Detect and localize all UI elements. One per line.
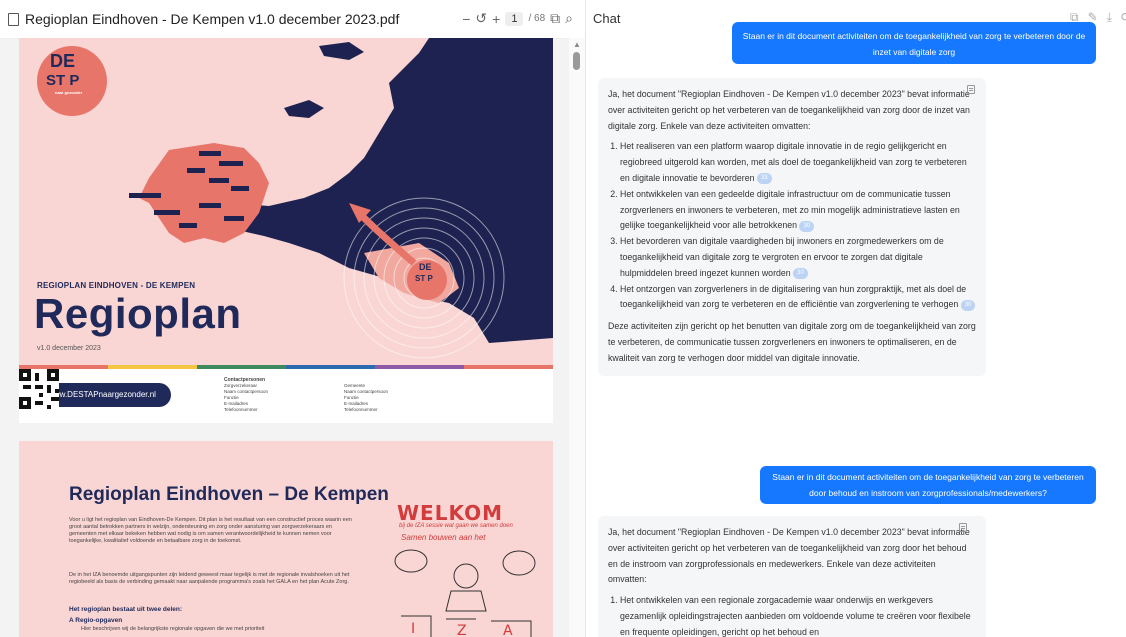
contact-col-1: Zorgverzekeraar Naam contactpersoon Func… <box>224 383 269 412</box>
map-logo-de: DE <box>419 262 432 272</box>
download-icon[interactable]: ⤓ <box>1107 10 1112 25</box>
search-icon[interactable]: ⌕ <box>565 10 573 27</box>
page2-item-a: A Regio-opgaven <box>69 617 123 624</box>
logo-text-de: DE <box>50 51 76 71</box>
svg-text:I: I <box>411 621 415 637</box>
svg-text:A: A <box>503 623 513 637</box>
map-logo-stap: ST P <box>415 274 433 283</box>
page2-paragraph-2: De in het IZA benoemde uitgangspunten zi… <box>69 572 350 585</box>
contact-block-1: Contactpersonen Zorgverzekeraar Naam con… <box>224 377 268 413</box>
refresh-icon[interactable]: ⟳ <box>1121 10 1126 25</box>
assistant-activity-list: Het realiseren van een platform waarop d… <box>608 139 976 313</box>
copy-icon[interactable] <box>967 85 975 94</box>
regioplan-title: Regioplan <box>34 290 242 337</box>
welkom-illustration-subtitle: bij de IZA sessie wat gaan we samen doen <box>399 523 513 529</box>
list-item: Het ontzorgen van zorgverleners in de di… <box>620 282 976 314</box>
page2-item-a-text: Hier beschrijven wij de belangrijkste re… <box>81 626 265 632</box>
pdf-page-2: Regioplan Eindhoven – De Kempen Voor u l… <box>19 441 553 637</box>
fit-page-icon[interactable]: ⧉ <box>550 10 560 27</box>
puzzle-illustration: I Z A <box>394 549 536 637</box>
pdf-toolbar: Regioplan Eindhoven - De Kempen v1.0 dec… <box>0 0 585 39</box>
list-item: Het ontwikkelen van een regionale zorgac… <box>620 593 976 637</box>
logo-text-small: naar gezonder <box>55 90 83 95</box>
list-item: Het bevorderen van digitale vaardigheden… <box>620 234 976 281</box>
citation-badge[interactable]: 30 <box>799 220 815 232</box>
copy-icon[interactable] <box>959 523 967 532</box>
chat-pane: Chat ⧉ ✎ ⤓ ⟳ Staan er in dit document ac… <box>585 0 1126 637</box>
contact-col-2: Gemeente Naam contactpersoon Functie E-m… <box>344 383 389 412</box>
zoom-in-button[interactable]: + <box>492 11 500 27</box>
scroll-thumb[interactable] <box>573 52 580 70</box>
regioplan-subtitle: REGIOPLAN EINDHOVEN - DE KEMPEN <box>37 281 196 290</box>
regioplan-date: v1.0 december 2023 <box>37 345 101 352</box>
page-total: / 68 <box>528 13 546 24</box>
svg-text:Z: Z <box>457 623 467 637</box>
assistant-message-outro: Deze activiteiten zijn gericht op het be… <box>608 321 976 363</box>
document-icon <box>8 12 19 26</box>
pdf-page-1: DE ST P naar gezonder DE ST P REGIOPLAN … <box>19 38 553 423</box>
assistant-message-intro: Ja, het document "Regioplan Eindhoven - … <box>608 89 970 131</box>
logo-text-stap: ST P <box>46 72 80 89</box>
pdf-scrollbar[interactable]: ▲ <box>569 38 585 637</box>
zoom-out-button[interactable]: − <box>462 11 470 27</box>
page2-title: Regioplan Eindhoven – De Kempen <box>69 484 389 505</box>
rotate-icon[interactable]: ↺ <box>475 10 487 27</box>
welkom-illustration-title: WELKOM <box>397 501 503 525</box>
pdf-viewer-pane: Regioplan Eindhoven - De Kempen v1.0 dec… <box>0 0 585 637</box>
pdf-title: Regioplan Eindhoven - De Kempen v1.0 dec… <box>25 11 400 27</box>
user-message-1: Staan er in dit document activiteiten om… <box>732 22 1096 64</box>
assistant-message-intro: Ja, het document "Regioplan Eindhoven - … <box>608 527 970 585</box>
citation-badge[interactable]: 30 <box>793 267 808 279</box>
citation-badge[interactable]: 33 <box>756 173 772 185</box>
qr-code <box>19 369 59 409</box>
scroll-up-icon[interactable]: ▲ <box>573 40 581 49</box>
user-message-2: Staan er in dit document activiteiten om… <box>760 466 1096 504</box>
assistant-activity-list: Het ontwikkelen van een regionale zorgac… <box>608 593 976 637</box>
page1-footer: www.DESTAPnaargezonder.nl Contactpersone… <box>19 369 553 423</box>
citation-badge[interactable]: 30 <box>960 299 976 311</box>
list-item: Het realiseren van een platform waarop d… <box>620 139 976 186</box>
assistant-message-1: Ja, het document "Regioplan Eindhoven - … <box>598 78 986 376</box>
page2-paragraph-1: Voor u ligt het regioplan van Eindhoven-… <box>69 517 352 544</box>
contact-block-2: Gemeente Naam contactpersoon Functie E-m… <box>344 383 388 413</box>
chat-title: Chat <box>593 11 621 26</box>
list-item: Het ontwikkelen van een gedeelde digital… <box>620 187 976 234</box>
assistant-message-2: Ja, het document "Regioplan Eindhoven - … <box>598 516 986 637</box>
page-number-input[interactable]: 1 <box>505 11 524 26</box>
page2-heading: Het regioplan bestaat uit twee delen: <box>69 606 183 613</box>
